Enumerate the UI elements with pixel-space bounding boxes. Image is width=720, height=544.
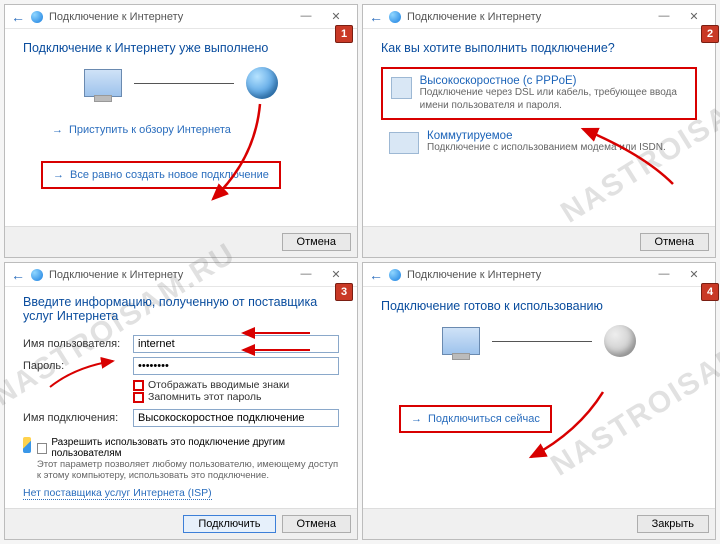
show-chars-checkbox[interactable]: Отображать вводимые знаки (133, 379, 339, 391)
password-label: Пароль: (23, 360, 133, 372)
close-icon[interactable]: ✕ (321, 10, 351, 23)
titlebar: ← Подключение к Интернету —✕ (5, 5, 357, 29)
cancel-button[interactable]: Отмена (282, 233, 351, 251)
titlebar: ← Подключение к Интернету —✕ (5, 263, 357, 287)
minimize-icon[interactable]: — (291, 10, 321, 23)
cancel-button[interactable]: Отмена (640, 233, 709, 251)
remember-checkbox[interactable]: Запомнить этот пароль (133, 391, 339, 403)
step-badge-3: 3 (335, 283, 353, 301)
username-input[interactable] (133, 335, 339, 353)
titlebar: ← Подключение к Интернету —✕ (363, 5, 715, 29)
back-icon[interactable]: ← (369, 267, 383, 283)
footer: Подключить Отмена (5, 508, 357, 539)
browse-internet-link[interactable]: → Приступить к обзору Интернета (41, 117, 242, 143)
app-icon (31, 269, 43, 281)
window-title: Подключение к Интернету (407, 269, 541, 281)
computer-icon (442, 327, 480, 355)
option-dialup[interactable]: Коммутируемое Подключение с использовани… (381, 124, 697, 161)
close-icon[interactable]: ✕ (679, 10, 709, 23)
computer-icon (84, 69, 122, 97)
option-pppoe[interactable]: Высокоскоростное (с PPPoE) Подключение ч… (381, 67, 697, 120)
connection-name-label: Имя подключения: (23, 412, 133, 424)
globe-icon (604, 325, 636, 357)
globe-icon (246, 67, 278, 99)
close-icon[interactable]: ✕ (679, 268, 709, 281)
connection-name-input[interactable] (133, 409, 339, 427)
shield-icon (23, 437, 31, 453)
connection-diagram (23, 67, 339, 99)
footer: Отмена (5, 226, 357, 257)
panel-heading: Подключение готово к использованию (381, 299, 697, 313)
close-button[interactable]: Закрыть (637, 515, 709, 533)
phone-icon (389, 132, 419, 154)
back-icon[interactable]: ← (11, 9, 25, 25)
create-connection-link[interactable]: → Все равно создать новое подключение (41, 161, 281, 189)
titlebar: ← Подключение к Интернету —✕ (363, 263, 715, 287)
no-isp-link[interactable]: Нет поставщика услуг Интернета (ISP) (23, 487, 212, 500)
back-icon[interactable]: ← (369, 9, 383, 25)
footer: Закрыть (363, 508, 715, 539)
minimize-icon[interactable]: — (649, 10, 679, 23)
panel-heading: Как вы хотите выполнить подключение? (381, 41, 697, 55)
app-icon (389, 269, 401, 281)
password-input[interactable] (133, 357, 339, 375)
step-badge-1: 1 (335, 25, 353, 43)
close-icon[interactable]: ✕ (321, 268, 351, 281)
window-title: Подключение к Интернету (407, 11, 541, 23)
app-icon (31, 11, 43, 23)
connect-now-link[interactable]: → Подключиться сейчас (399, 405, 552, 433)
step-badge-2: 2 (701, 25, 719, 43)
window-title: Подключение к Интернету (49, 11, 183, 23)
cancel-button[interactable]: Отмена (282, 515, 351, 533)
window-3: 3 NASTROISAM.RU ← Подключение к Интернет… (4, 262, 358, 540)
minimize-icon[interactable]: — (649, 268, 679, 281)
app-icon (389, 11, 401, 23)
connect-button[interactable]: Подключить (183, 515, 275, 533)
footer: Отмена (363, 226, 715, 257)
panel-heading: Подключение к Интернету уже выполнено (23, 41, 339, 55)
window-title: Подключение к Интернету (49, 269, 183, 281)
back-icon[interactable]: ← (11, 267, 25, 283)
window-4: 4 NASTROISAM.RU ← Подключение к Интернет… (362, 262, 716, 540)
window-1: 1 ← Подключение к Интернету —✕ Подключен… (4, 4, 358, 258)
window-2: 2 NASTROISAM.RU ← Подключение к Интернет… (362, 4, 716, 258)
username-label: Имя пользователя: (23, 338, 133, 350)
connection-diagram (381, 325, 697, 357)
minimize-icon[interactable]: — (291, 268, 321, 281)
step-badge-4: 4 (701, 283, 719, 301)
panel-heading: Введите информацию, полученную от постав… (23, 295, 339, 323)
modem-icon (391, 77, 412, 99)
allow-others-checkbox[interactable] (37, 443, 47, 454)
